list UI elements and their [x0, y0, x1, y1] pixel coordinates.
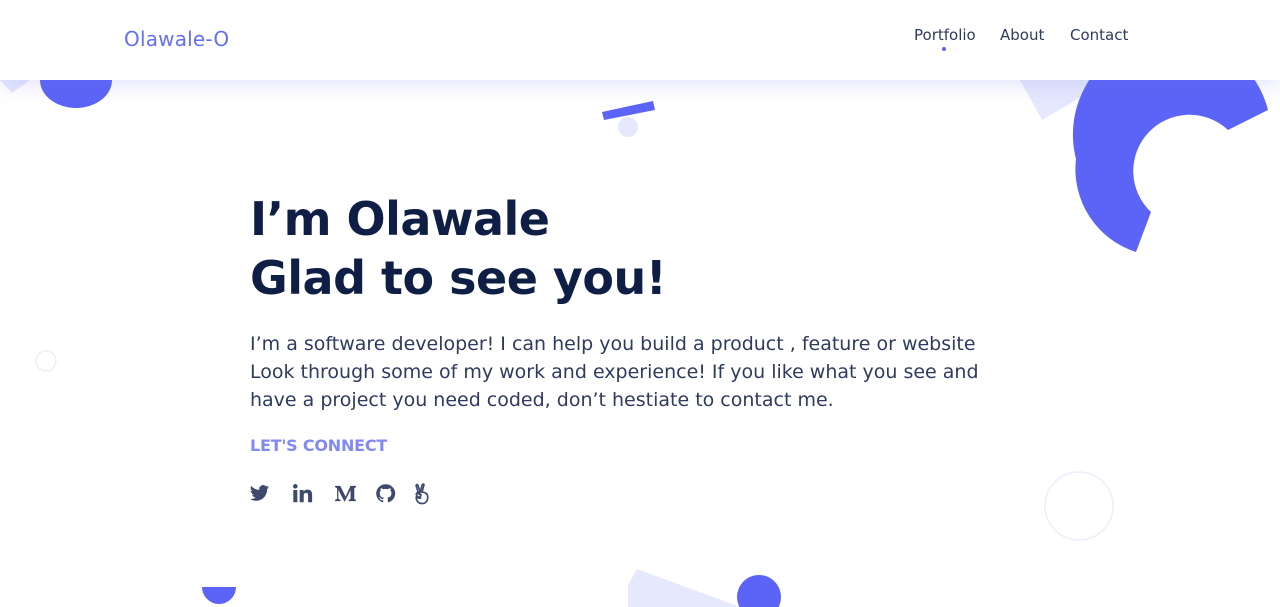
decor-half-circle-top-left: [40, 80, 112, 108]
twitter-link[interactable]: [249, 483, 270, 504]
decor-outline-circle-left: [35, 350, 57, 372]
linkedin-icon: [293, 484, 313, 503]
github-icon: [376, 484, 396, 503]
twitter-icon: [249, 485, 270, 501]
bio-text: I’m a software developer! I can help you…: [250, 333, 979, 411]
decor-triangle-top-left: [0, 80, 30, 93]
decor-outline-circle-right: [1044, 471, 1114, 541]
decor-half-disc-bottom-left: [202, 587, 236, 604]
nav-contact[interactable]: Contact: [1070, 26, 1128, 44]
site-header: Olawale-O Portfolio About Contact: [0, 0, 1280, 80]
hero-heading: I’m Olawale Glad to see you!: [250, 190, 667, 308]
nav-active-indicator: [942, 47, 946, 51]
headline-line-1: I’m Olawale: [250, 192, 550, 246]
decor-light-bar-bottom: [628, 569, 740, 607]
angellist-link[interactable]: [412, 483, 431, 505]
nav-about[interactable]: About: [1000, 26, 1044, 44]
connect-label: LET'S CONNECT: [250, 436, 388, 455]
headline: I’m Olawale Glad to see you!: [250, 190, 667, 308]
medium-link[interactable]: [334, 483, 357, 504]
nav-portfolio[interactable]: Portfolio: [914, 26, 976, 44]
decor-circle-bottom: [737, 575, 781, 607]
logo-link[interactable]: Olawale-O: [124, 27, 229, 51]
linkedin-link[interactable]: [292, 483, 313, 504]
angellist-icon: [415, 483, 429, 505]
page: Olawale-O Portfolio About Contact I’m Ol…: [0, 0, 1280, 607]
github-link[interactable]: [375, 483, 396, 504]
medium-icon: [335, 485, 356, 502]
decor-small-circle-top-center: [618, 117, 638, 137]
headline-line-2: Glad to see you!: [250, 251, 667, 305]
